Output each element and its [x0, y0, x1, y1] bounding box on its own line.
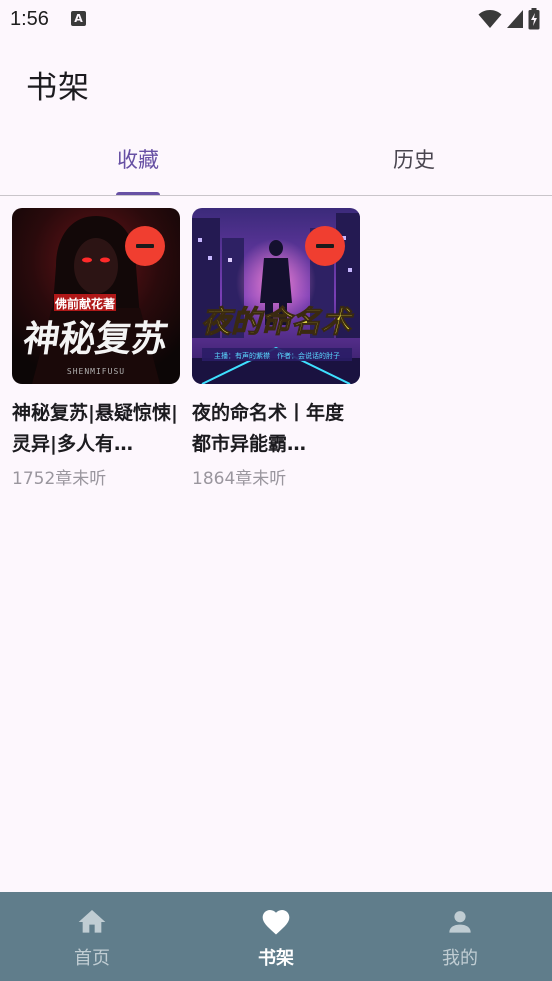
nav-mine-label: 我的 [442, 948, 478, 969]
tab-favorites[interactable]: 收藏 [0, 128, 276, 195]
cover-title-text: 神秘复苏 [21, 317, 171, 360]
nav-mine[interactable]: 我的 [368, 892, 552, 981]
status-time: 1:56 [10, 8, 49, 30]
wifi-icon [478, 10, 502, 28]
cover-title-text: 夜的命名术 [201, 305, 354, 340]
minus-icon [316, 244, 334, 248]
tab-bar: 收藏 历史 [0, 128, 552, 196]
remove-from-shelf-button[interactable] [305, 226, 345, 266]
cellular-signal-icon [507, 10, 523, 28]
home-icon [78, 910, 106, 933]
heart-icon [262, 910, 290, 935]
cover-credit-text: 主播：有声的紫襟 作者：会说话的肘子 [214, 351, 340, 360]
bookshelf-screen: 1:56 A 书架 收藏 历史 佛前献花著 神秘复苏 SHENMIFUSU 神秘… [0, 0, 552, 981]
bottom-navigation: 首页 书架 我的 [0, 892, 552, 981]
book-cover[interactable]: 夜的命名术 主播：有声的紫襟 作者：会说话的肘子 [192, 208, 360, 384]
tab-history[interactable]: 历史 [276, 128, 552, 195]
cover-author-text: 佛前献花著 [54, 296, 115, 311]
status-bar: 1:56 A [0, 0, 552, 40]
nav-bookshelf[interactable]: 书架 [184, 892, 368, 981]
nav-home-label: 首页 [74, 948, 110, 969]
book-title[interactable]: 神秘复苏|悬疑惊悚|灵异|多人有… [12, 398, 180, 460]
remove-from-shelf-button[interactable] [125, 226, 165, 266]
book-card[interactable]: 佛前献花著 神秘复苏 SHENMIFUSU 神秘复苏|悬疑惊悚|灵异|多人有… … [12, 208, 182, 489]
notification-a-icon: A [71, 11, 86, 26]
tab-indicator [116, 192, 160, 195]
person-icon [449, 911, 471, 933]
book-title[interactable]: 夜的命名术丨年度都市异能霸… [192, 398, 360, 460]
nav-bookshelf-label: 书架 [258, 948, 294, 969]
book-card[interactable]: 夜的命名术 主播：有声的紫襟 作者：会说话的肘子 夜的命名术丨年度都市异能霸… … [192, 208, 362, 489]
nav-home[interactable]: 首页 [0, 892, 184, 981]
book-cover[interactable]: 佛前献花著 神秘复苏 SHENMIFUSU [12, 208, 180, 384]
book-unlistened-count: 1752章未听 [12, 469, 107, 489]
battery-icon [528, 8, 540, 30]
book-unlistened-count: 1864章未听 [192, 469, 287, 489]
minus-icon [136, 244, 154, 248]
status-icons [478, 8, 540, 30]
page-title: 书架 [26, 70, 90, 106]
cover-small-text: SHENMIFUSU [67, 367, 125, 376]
